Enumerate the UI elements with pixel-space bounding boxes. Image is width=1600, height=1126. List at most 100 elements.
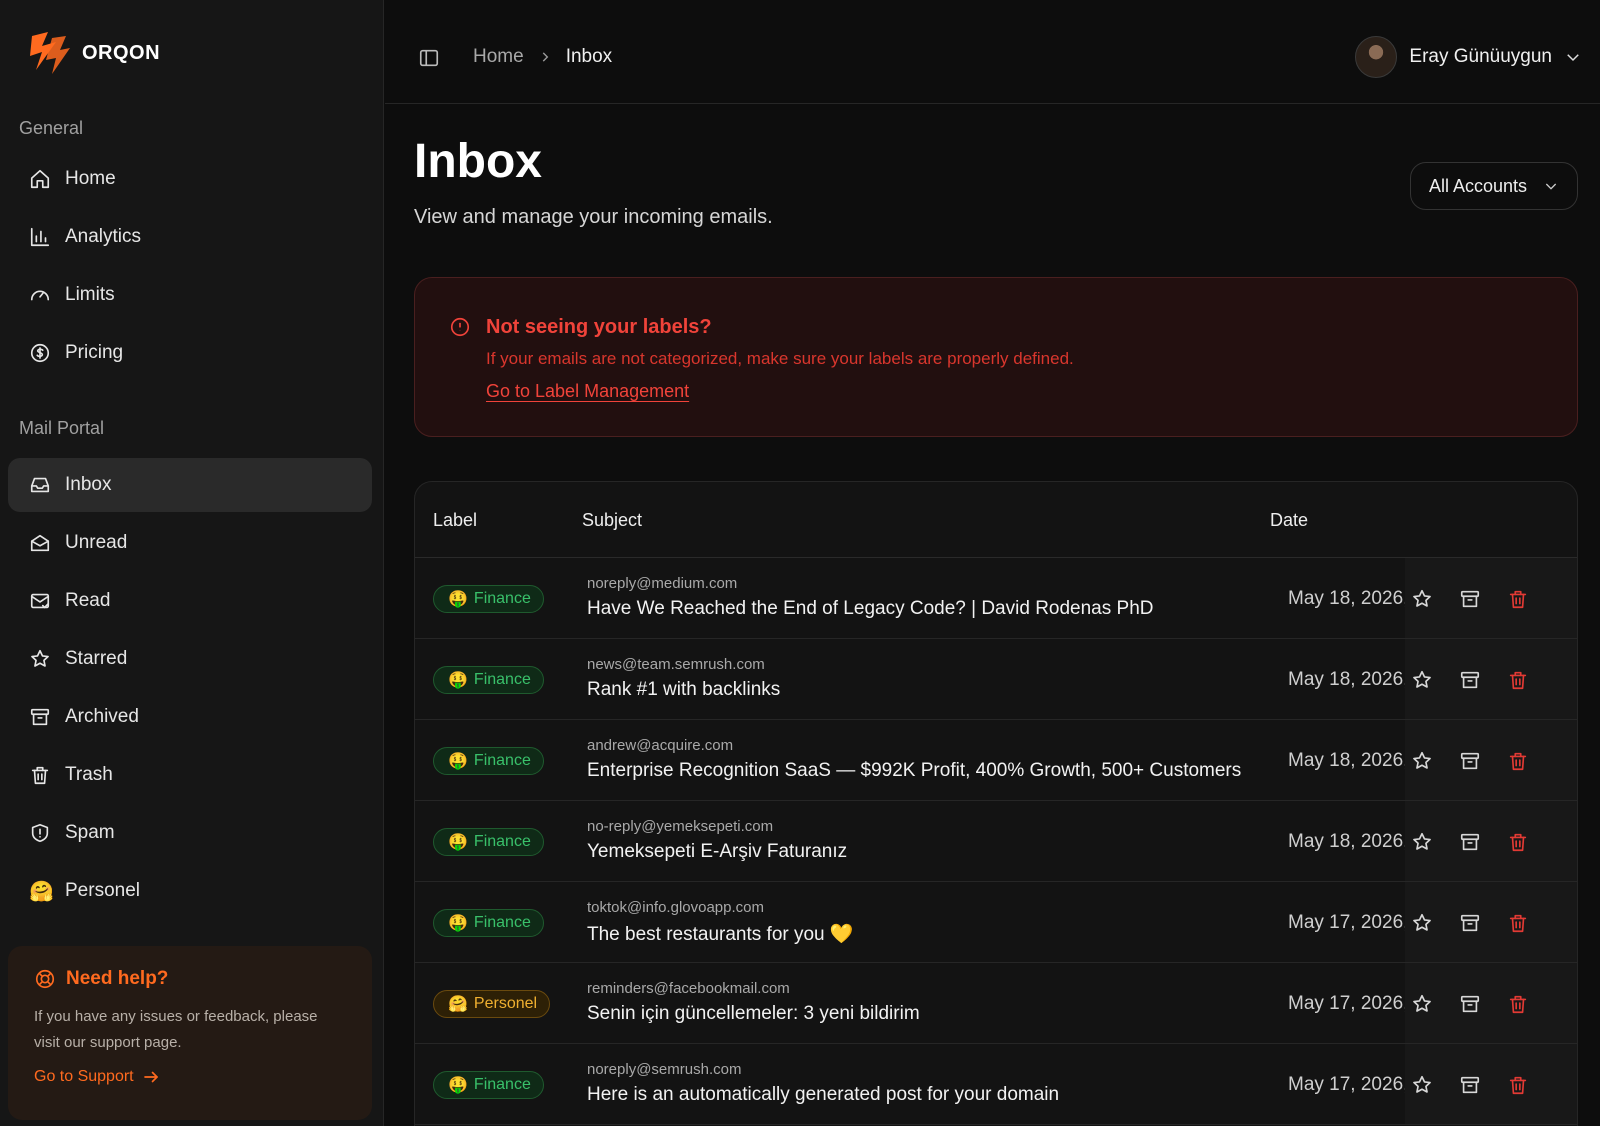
archive-button[interactable]: [1459, 1074, 1481, 1096]
column-header-date[interactable]: Date: [1270, 510, 1308, 531]
table-row[interactable]: 🤑 Finance noreply@semrush.com Here is an au…: [415, 1044, 1577, 1125]
email-sender: noreply@semrush.com: [587, 1061, 742, 1078]
email-subject[interactable]: Have We Reached the End of Legacy Code? …: [587, 598, 1153, 620]
sidebar-toggle-button[interactable]: [418, 47, 440, 69]
archive-icon: [1460, 914, 1480, 932]
star-button[interactable]: [1411, 993, 1433, 1015]
email-subject[interactable]: Rank #1 with backlinks: [587, 679, 780, 701]
archive-icon: [1460, 995, 1480, 1013]
breadcrumb-home[interactable]: Home: [473, 46, 524, 68]
brand[interactable]: ORQON: [28, 30, 160, 76]
label-badge-text: Finance: [473, 752, 531, 769]
topbar: Home Inbox Eray Günüuygun: [385, 0, 1600, 104]
email-subject[interactable]: Senin için güncellemeler: 3 yeni bildiri…: [587, 1003, 920, 1025]
archive-button[interactable]: [1459, 831, 1481, 853]
table-row[interactable]: 🤑 Finance no-reply@yemeksepeti.com Yemeksep…: [415, 801, 1577, 882]
label-emoji-icon: 🤑: [448, 753, 468, 770]
sidebar-item-label: Analytics: [65, 226, 142, 247]
labels-alert: Not seeing your labels? If your emails a…: [414, 277, 1578, 437]
email-sender: toktok@info.glovoapp.com: [587, 899, 764, 916]
delete-button[interactable]: [1507, 831, 1529, 853]
sidebar-item-unread[interactable]: Unread: [8, 516, 372, 570]
star-button[interactable]: [1411, 912, 1433, 934]
archive-button[interactable]: [1459, 912, 1481, 934]
label-badge: 🤑 Finance: [433, 585, 544, 613]
user-menu[interactable]: Eray Günüuygun: [1355, 36, 1582, 78]
brand-name: ORQON: [82, 41, 161, 64]
sidebar-item-inbox[interactable]: Inbox: [8, 458, 372, 512]
sidebar-item-label: Limits: [65, 284, 115, 305]
chevron-down-icon: [1545, 183, 1557, 190]
email-sender: noreply@medium.com: [587, 575, 738, 592]
sidebar-item-archived[interactable]: Archived: [8, 690, 372, 744]
delete-button[interactable]: [1507, 912, 1529, 934]
table-row[interactable]: 🤑 Finance noreply@medium.com Have We Reache…: [415, 558, 1577, 639]
label-badge: 🤑 Finance: [433, 747, 544, 775]
email-date: May 17, 2026, 1: [1288, 993, 1405, 1014]
sidebar-item-personel[interactable]: 🤗 Personel: [8, 864, 372, 918]
sidebar-item-pricing[interactable]: Pricing: [8, 326, 372, 380]
lifebuoy-icon: [35, 969, 55, 989]
email-subject[interactable]: Here is an automatically generated post …: [587, 1084, 1059, 1106]
sidebar-item-limits[interactable]: Limits: [8, 268, 372, 322]
hugging-face-emoji-icon: 🤗: [29, 880, 54, 903]
sidebar-item-label: Unread: [65, 532, 128, 553]
help-text: If you have any issues or feedback, plea…: [34, 1008, 318, 1051]
star-button[interactable]: [1411, 750, 1433, 772]
sidebar-item-spam[interactable]: Spam: [8, 806, 372, 860]
table-row[interactable]: 🤑 Finance news@team.semrush.com Rank #1 wit…: [415, 639, 1577, 720]
email-sender: news@team.semrush.com: [587, 656, 765, 673]
email-subject[interactable]: Enterprise Recognition SaaS — $992K Prof…: [587, 760, 1241, 782]
column-header-subject[interactable]: Subject: [582, 510, 642, 531]
table-row[interactable]: 🤑 Finance andrew@acquire.com Enterprise Rec…: [415, 720, 1577, 801]
bar-chart-icon: [30, 227, 50, 247]
email-date: May 18, 2026, 1: [1288, 831, 1405, 852]
email-subject[interactable]: Yemeksepeti E-Arşiv Faturanız: [587, 841, 847, 863]
shield-icon: [31, 823, 49, 843]
sidebar-item-home[interactable]: Home: [8, 152, 372, 206]
delete-button[interactable]: [1507, 669, 1529, 691]
table-row[interactable]: 🤑 Finance toktok@info.glovoapp.com The best…: [415, 882, 1577, 963]
email-sender: no-reply@yemeksepeti.com: [587, 818, 774, 835]
help-card: Need help? If you have any issues or fee…: [8, 946, 372, 1120]
email-table: Label Subject Date 🤑 Finance noreply@mediu…: [414, 481, 1578, 1126]
sidebar-item-analytics[interactable]: Analytics: [8, 210, 372, 264]
star-icon: [1413, 913, 1431, 931]
star-button[interactable]: [1411, 588, 1433, 610]
star-button[interactable]: [1411, 669, 1433, 691]
label-emoji-icon: 🤑: [448, 834, 468, 851]
archive-button[interactable]: [1459, 750, 1481, 772]
sidebar-item-starred[interactable]: Starred: [8, 632, 372, 686]
sidebar-item-label: Read: [65, 590, 111, 611]
info-circle-icon: [450, 317, 470, 337]
archive-button[interactable]: [1459, 993, 1481, 1015]
archive-button[interactable]: [1459, 588, 1481, 610]
trash-icon: [1509, 590, 1527, 609]
email-subject[interactable]: The best restaurants for you 💛: [587, 922, 854, 946]
trash-icon: [1509, 1076, 1527, 1095]
label-badge-text: Finance: [473, 914, 531, 931]
delete-button[interactable]: [1507, 588, 1529, 610]
delete-button[interactable]: [1507, 1074, 1529, 1096]
trash-icon: [1509, 671, 1527, 690]
alert-text: If your emails are not categorized, make…: [486, 349, 1074, 368]
star-button[interactable]: [1411, 831, 1433, 853]
trash-icon: [1509, 833, 1527, 852]
sidebar-item-trash[interactable]: Trash: [8, 748, 372, 802]
home-icon: [30, 169, 50, 189]
table-row[interactable]: 🤗 Personel reminders@facebookmail.com Senin…: [415, 963, 1577, 1044]
label-badge: 🤑 Finance: [433, 1071, 544, 1099]
archive-button[interactable]: [1459, 669, 1481, 691]
star-button[interactable]: [1411, 1074, 1433, 1096]
sidebar-item-read[interactable]: Read: [8, 574, 372, 628]
email-date: May 17, 2026, 1: [1288, 912, 1405, 933]
delete-button[interactable]: [1507, 993, 1529, 1015]
arrow-right-icon: [143, 1071, 158, 1083]
column-header-label[interactable]: Label: [433, 510, 477, 531]
sidebar-item-label: Starred: [65, 648, 128, 669]
mail-check-icon: [30, 593, 50, 609]
label-management-link[interactable]: Go to Label Management: [486, 381, 689, 402]
go-to-support-link[interactable]: Go to Support: [34, 1068, 346, 1086]
account-filter-select[interactable]: All Accounts: [1410, 162, 1578, 210]
delete-button[interactable]: [1507, 750, 1529, 772]
